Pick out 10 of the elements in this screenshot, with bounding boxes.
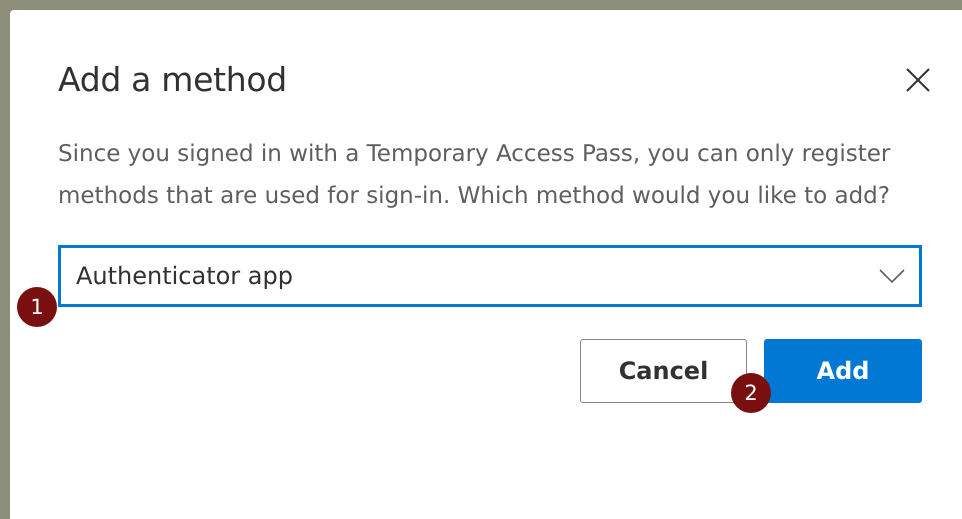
dialog-title: Add a method xyxy=(58,60,287,99)
add-button[interactable]: Add xyxy=(764,339,922,403)
cancel-button[interactable]: Cancel xyxy=(580,339,747,403)
method-dropdown[interactable]: Authenticator app xyxy=(58,245,922,307)
step-badge: 2 xyxy=(731,373,771,413)
chevron-down-icon xyxy=(879,269,905,283)
dialog-description: Since you signed in with a Temporary Access Pass, you can only register methods that are used for sign-in. Which method would you like to add? xyxy=(58,140,892,211)
close-icon xyxy=(906,68,930,92)
close-button[interactable] xyxy=(904,66,932,94)
step-badge: 1 xyxy=(17,287,57,327)
